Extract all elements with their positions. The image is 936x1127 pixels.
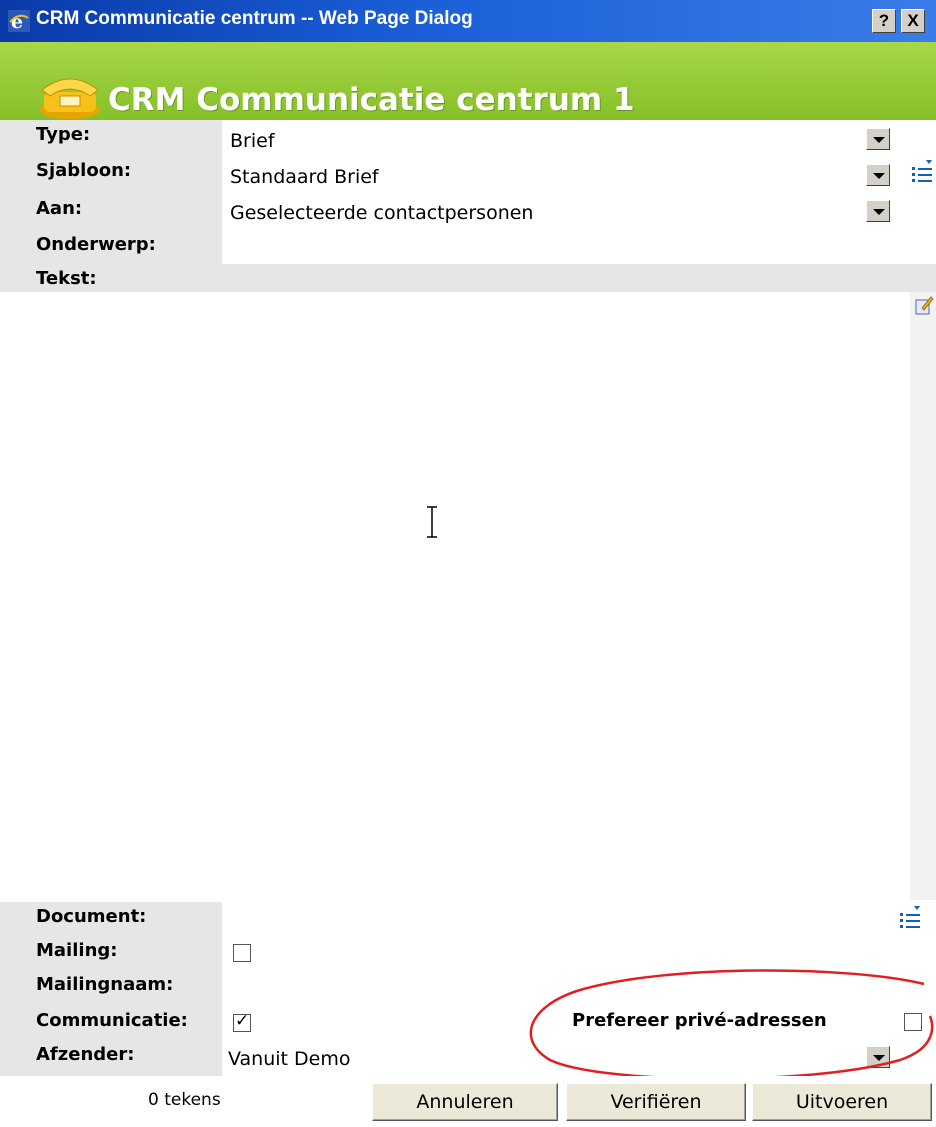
type-label-cell: [0, 120, 222, 156]
aan-label: Aan:: [36, 198, 83, 219]
onderwerp-label: Onderwerp:: [36, 234, 156, 255]
aan-label-cell: [0, 194, 222, 230]
sjabloon-select[interactable]: Standaard Brief: [230, 166, 379, 188]
edit-pencil-icon[interactable]: [914, 294, 934, 316]
cancel-button[interactable]: Annuleren: [372, 1083, 558, 1121]
verify-button[interactable]: Verifiëren: [566, 1083, 746, 1121]
tekst-label-bar: [0, 264, 936, 292]
fax-phone-icon: [40, 78, 100, 119]
document-input[interactable]: [224, 904, 904, 934]
tekst-label: Tekst:: [36, 268, 97, 289]
close-button[interactable]: X: [901, 9, 925, 33]
mailing-checkbox[interactable]: [233, 944, 251, 962]
tekst-textarea[interactable]: [0, 292, 910, 900]
text-cursor-icon: [427, 506, 437, 538]
page-banner: CRM Communicatie centrum 1: [0, 42, 936, 120]
communicatie-checkbox[interactable]: [233, 1011, 251, 1032]
help-button[interactable]: ?: [872, 9, 896, 33]
sjabloon-dropdown-button[interactable]: [866, 164, 890, 186]
character-count: 0 tekens: [148, 1090, 221, 1110]
type-dropdown-button[interactable]: [866, 128, 890, 150]
type-select[interactable]: Brief: [230, 130, 275, 152]
document-lookup-icon[interactable]: [898, 904, 922, 932]
annotation-ellipse: [529, 969, 934, 1080]
onderwerp-input[interactable]: [224, 232, 936, 262]
internet-explorer-icon: e: [8, 10, 30, 32]
communicatie-label: Communicatie:: [36, 1010, 188, 1031]
document-label: Document:: [36, 906, 147, 927]
mailing-label: Mailing:: [36, 940, 118, 961]
afzender-label: Afzender:: [36, 1044, 135, 1065]
aan-dropdown-button[interactable]: [866, 200, 890, 222]
lookup-list-icon[interactable]: [910, 158, 934, 186]
svg-text:e: e: [11, 11, 23, 32]
dialog-title: CRM Communicatie centrum -- Web Page Dia…: [36, 8, 473, 29]
tekst-side-panel: [910, 292, 936, 900]
aan-select[interactable]: Geselecteerde contactpersonen: [230, 202, 533, 224]
execute-button[interactable]: Uitvoeren: [752, 1083, 932, 1121]
mailingnaam-label: Mailingnaam:: [36, 974, 174, 995]
page-title: CRM Communicatie centrum 1: [108, 82, 635, 118]
dialog-titlebar: e CRM Communicatie centrum -- Web Page D…: [0, 0, 936, 42]
type-label: Type:: [36, 124, 91, 145]
afzender-select[interactable]: Vanuit Demo: [228, 1048, 350, 1070]
sjabloon-label: Sjabloon:: [36, 160, 132, 181]
